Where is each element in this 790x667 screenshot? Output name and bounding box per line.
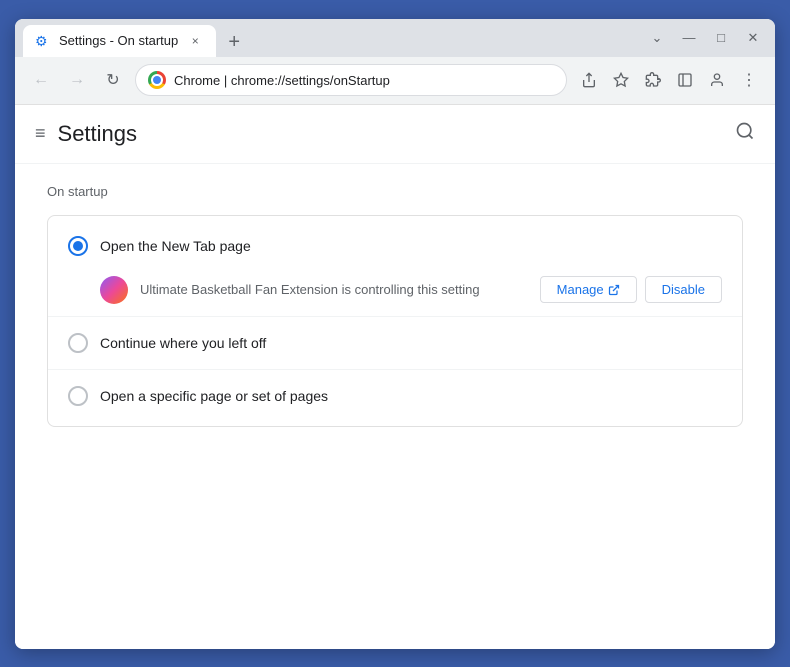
active-tab[interactable]: ⚙ Settings - On startup ×	[23, 25, 216, 57]
extension-buttons: Manage Disable	[540, 276, 722, 303]
section-title: On startup	[47, 184, 743, 199]
tab-title: Settings - On startup	[59, 33, 178, 48]
extension-text: Ultimate Basketball Fan Extension is con…	[140, 282, 528, 297]
page-content: ≡ Settings RISK.COM On startup Open the …	[15, 105, 775, 649]
close-button[interactable]: ✕	[739, 24, 767, 52]
settings-body: On startup Open the New Tab page Ultimat…	[15, 164, 775, 447]
omnibox-brand: Chrome	[174, 73, 220, 88]
tab-close-button[interactable]: ×	[186, 32, 204, 50]
divider-2	[48, 369, 742, 370]
option-new-tab-label: Open the New Tab page	[100, 238, 251, 254]
omnibox[interactable]: Chrome | chrome://settings/onStartup	[135, 64, 567, 96]
hamburger-icon[interactable]: ≡	[35, 123, 46, 144]
manage-label: Manage	[557, 282, 604, 297]
radio-new-tab[interactable]	[68, 236, 88, 256]
browser-window: ⚙ Settings - On startup × + ⌄ — □ ✕ ← → …	[15, 19, 775, 649]
extension-row: Ultimate Basketball Fan Extension is con…	[48, 268, 742, 312]
settings-header: ≡ Settings	[15, 105, 775, 164]
menu-icon[interactable]: ⋮	[735, 66, 763, 94]
title-bar: ⚙ Settings - On startup × + ⌄ — □ ✕	[15, 19, 775, 57]
extension-icon	[100, 276, 128, 304]
chevron-icon[interactable]: ⌄	[643, 24, 671, 52]
tab-area: ⚙ Settings - On startup × +	[23, 19, 635, 57]
startup-card: Open the New Tab page Ultimate Basketbal…	[47, 215, 743, 427]
manage-button[interactable]: Manage	[540, 276, 637, 303]
omnibox-separator: |	[224, 73, 231, 88]
radio-specific[interactable]	[68, 386, 88, 406]
toolbar-icons: ⋮	[575, 66, 763, 94]
bookmark-icon[interactable]	[607, 66, 635, 94]
share-icon[interactable]	[575, 66, 603, 94]
divider-1	[48, 316, 742, 317]
window-controls: ⌄ — □ ✕	[643, 24, 767, 52]
address-bar: ← → ↻ Chrome | chrome://settings/onStart…	[15, 57, 775, 105]
settings-search-icon[interactable]	[735, 121, 755, 147]
option-specific[interactable]: Open a specific page or set of pages	[48, 374, 742, 418]
option-specific-label: Open a specific page or set of pages	[100, 388, 328, 404]
settings-page-title: Settings	[58, 121, 138, 147]
profile-icon[interactable]	[703, 66, 731, 94]
omnibox-text: Chrome | chrome://settings/onStartup	[174, 73, 390, 88]
chrome-icon	[148, 71, 166, 89]
disable-button[interactable]: Disable	[645, 276, 722, 303]
settings-header-left: ≡ Settings	[35, 121, 137, 147]
disable-label: Disable	[662, 282, 705, 297]
minimize-button[interactable]: —	[675, 24, 703, 52]
option-continue[interactable]: Continue where you left off	[48, 321, 742, 365]
extensions-icon[interactable]	[639, 66, 667, 94]
omnibox-url: chrome://settings/onStartup	[231, 73, 390, 88]
tab-favicon: ⚙	[35, 33, 51, 49]
option-new-tab[interactable]: Open the New Tab page	[48, 224, 742, 268]
maximize-button[interactable]: □	[707, 24, 735, 52]
radio-continue[interactable]	[68, 333, 88, 353]
reload-button[interactable]: ↻	[99, 66, 127, 94]
option-continue-label: Continue where you left off	[100, 335, 266, 351]
sidebar-icon[interactable]	[671, 66, 699, 94]
new-tab-button[interactable]: +	[220, 29, 248, 57]
back-button[interactable]: ←	[27, 66, 55, 94]
forward-button[interactable]: →	[63, 66, 91, 94]
